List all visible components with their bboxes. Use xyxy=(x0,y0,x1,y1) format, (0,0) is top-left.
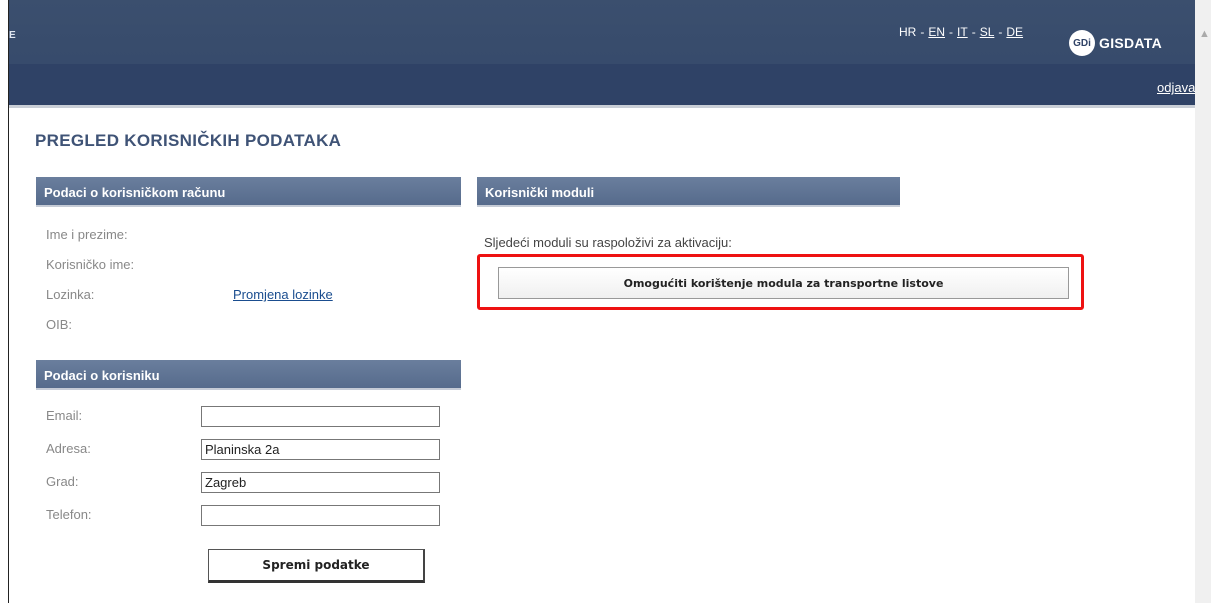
logout-link[interactable]: odjava xyxy=(1157,80,1195,95)
lang-separator: - xyxy=(998,25,1003,39)
change-password-link[interactable]: Promjena lozinke xyxy=(233,287,333,302)
logo-text: GISDATA xyxy=(1099,35,1163,51)
user-section-header: Podaci o korisniku xyxy=(36,360,461,390)
phone-field[interactable] xyxy=(201,505,440,526)
save-data-button[interactable]: Spremi podatke xyxy=(208,549,425,583)
address-field[interactable] xyxy=(201,439,440,460)
email-field[interactable] xyxy=(201,406,440,427)
lang-de[interactable]: DE xyxy=(1006,25,1023,39)
password-label: Lozinka: xyxy=(46,287,95,302)
gdi-logo-icon: GDi xyxy=(1069,30,1095,56)
name-label: Ime i prezime: xyxy=(46,227,128,242)
language-switcher: HR - EN - IT - SL - DE xyxy=(899,25,1023,39)
lang-hr[interactable]: HR xyxy=(899,25,916,39)
header-lower-band xyxy=(9,64,1195,105)
phone-label: Telefon: xyxy=(46,507,92,522)
enable-transport-module-button[interactable]: Omogućiti korištenje modula za transport… xyxy=(498,267,1069,299)
header-edge-letter: E xyxy=(9,30,16,41)
account-section-header: Podaci o korisničkom računu xyxy=(36,177,461,207)
modules-section-header: Korisnički moduli xyxy=(477,177,900,207)
lang-en[interactable]: EN xyxy=(928,25,945,39)
modules-available-text: Sljedeći moduli su raspoloživi za aktiva… xyxy=(484,235,732,250)
page-title: PREGLED KORISNIČKIH PODATAKA xyxy=(35,131,342,150)
vertical-scrollbar[interactable] xyxy=(1195,0,1211,603)
header-divider xyxy=(9,105,1195,108)
lang-separator: - xyxy=(971,25,976,39)
lang-it[interactable]: IT xyxy=(957,25,968,39)
lang-separator: - xyxy=(920,25,925,39)
city-field[interactable] xyxy=(201,472,440,493)
gisdata-logo[interactable]: GDi GISDATA xyxy=(1069,30,1162,56)
scroll-up-icon[interactable]: ▲ xyxy=(1199,28,1210,40)
city-label: Grad: xyxy=(46,474,79,489)
lang-sl[interactable]: SL xyxy=(980,25,995,39)
email-label: Email: xyxy=(46,408,83,423)
lang-separator: - xyxy=(949,25,954,39)
address-label: Adresa: xyxy=(46,441,91,456)
username-label: Korisničko ime: xyxy=(46,257,135,272)
oib-label: OIB: xyxy=(46,317,73,332)
